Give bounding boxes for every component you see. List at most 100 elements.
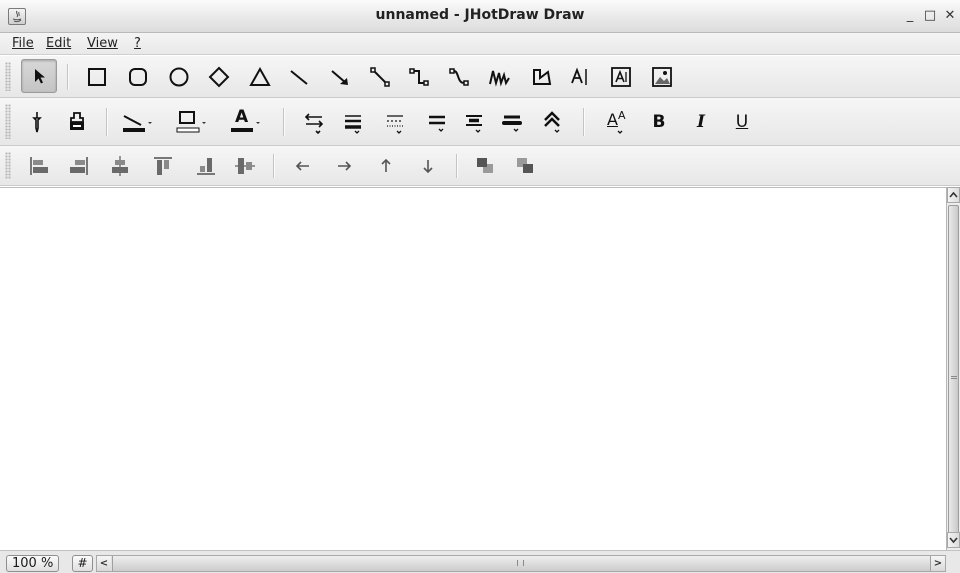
align-west-button[interactable] [25,146,53,185]
zoom-button[interactable]: 100 % [6,555,60,572]
alignment-toolbar [0,146,960,186]
stroke-cap-icon [502,115,522,132]
align-top-icon [154,156,172,175]
stroke-color-icon [123,114,152,132]
maximize-button[interactable]: □ [922,7,938,25]
move-left-button[interactable] [289,146,317,185]
underline-button[interactable]: U [728,98,756,145]
stroke-decoration-button[interactable] [300,98,328,145]
bring-to-front-button[interactable] [471,146,499,185]
triangle-icon [249,66,271,86]
polygon-tool-button[interactable] [527,56,555,97]
menu-view[interactable]: View [87,36,118,51]
arrow-down-icon [423,159,433,173]
stroke-join-button[interactable] [538,98,566,145]
arrow-tool-button[interactable] [326,56,354,97]
rectangle-icon [88,67,106,86]
font-glyph-large: A [607,110,618,129]
scroll-up-button[interactable] [947,187,960,203]
diamond-tool-button[interactable] [205,56,233,97]
text-tool-button[interactable] [566,56,594,97]
align-bottom-icon [197,157,215,175]
stroke-color-button[interactable] [120,98,156,145]
stroke-type-icon [429,115,445,132]
send-to-back-button[interactable] [511,146,539,185]
text-color-button[interactable]: A [228,98,264,145]
fill-color-button[interactable] [174,98,210,145]
window-title: unnamed - JHotDraw Draw [375,7,585,23]
scribble-tool-button[interactable] [486,56,514,97]
align-middle-button[interactable] [231,146,259,185]
title-bar[interactable]: unnamed - JHotDraw Draw _ □ ✕ [0,0,960,33]
selection-tool-button[interactable] [21,59,57,93]
scroll-left-button[interactable]: < [97,556,111,571]
menu-edit[interactable]: Edit [46,36,71,51]
stroke-type-button[interactable] [423,98,451,145]
toolbar-grip[interactable] [5,62,11,91]
horizontal-scrollbar[interactable]: < > [96,555,946,572]
line-tool-button[interactable] [285,56,313,97]
move-down-button[interactable] [414,146,442,185]
align-middle-icon [235,157,255,174]
curved-connector-tool-button[interactable] [445,56,473,97]
line-icon [290,69,308,85]
text-area-tool-button[interactable] [607,56,635,97]
align-south-button[interactable] [192,146,220,185]
connector-tool-button[interactable] [366,56,394,97]
arrow-right-icon [338,160,352,171]
move-up-button[interactable] [372,146,400,185]
pointer-arrow-icon [35,69,45,84]
ellipse-tool-button[interactable] [165,56,193,97]
elbow-connector-icon [409,67,429,86]
scroll-down-button[interactable] [947,532,960,548]
grid-toggle-button[interactable]: # [72,555,93,572]
vertical-scrollbar[interactable] [946,187,960,550]
font-button[interactable]: A A [598,98,632,145]
menu-file[interactable]: File [12,36,34,51]
elbow-connector-tool-button[interactable] [405,56,433,97]
text-color-glyph: A [235,107,249,127]
paint-bucket-icon [70,111,84,130]
stroke-dash-icon [387,114,403,134]
scroll-right-button[interactable]: > [931,556,945,571]
vertical-scroll-grip [951,376,957,379]
move-right-button[interactable] [330,146,358,185]
menu-bar: File Edit View ? [0,33,960,55]
align-north-button[interactable] [149,146,177,185]
toolbar-separator [106,108,107,136]
arrow-up-icon [381,158,391,172]
arrow-left-icon [295,160,309,171]
close-button[interactable]: ✕ [942,7,958,25]
apply-attributes-button[interactable] [63,98,91,145]
image-tool-button[interactable] [648,56,676,97]
triangle-tool-button[interactable] [246,56,274,97]
stroke-dash-button[interactable] [381,98,409,145]
stroke-join-icon [544,110,560,133]
align-east-button[interactable] [65,146,93,185]
vertical-scroll-thumb[interactable] [948,205,959,547]
stroke-placement-button[interactable] [460,98,488,145]
toolbar-separator [283,108,284,136]
rectangle-tool-button[interactable] [83,56,111,97]
italic-glyph: I [697,111,705,132]
font-glyph-small: A [618,109,626,122]
italic-button[interactable]: I [687,98,715,145]
stroke-width-button[interactable] [339,98,367,145]
align-left-icon [30,156,48,175]
align-center-button[interactable] [106,146,134,185]
toolbar-grip[interactable] [5,104,11,139]
round-rectangle-tool-button[interactable] [124,56,152,97]
toolbar-grip[interactable] [5,152,11,179]
curved-connector-icon [449,67,469,86]
bold-button[interactable]: B [645,98,673,145]
minimize-button[interactable]: _ [902,7,918,25]
text-area-icon [611,66,631,87]
pick-attributes-button[interactable] [23,98,51,145]
menu-help-label: ? [134,36,141,51]
toolbar-separator [456,154,457,178]
stroke-cap-button[interactable] [498,98,526,145]
drawing-canvas[interactable] [0,187,946,550]
horizontal-scroll-grip [517,560,524,566]
horizontal-scroll-thumb[interactable] [112,556,931,571]
menu-help[interactable]: ? [134,36,141,51]
